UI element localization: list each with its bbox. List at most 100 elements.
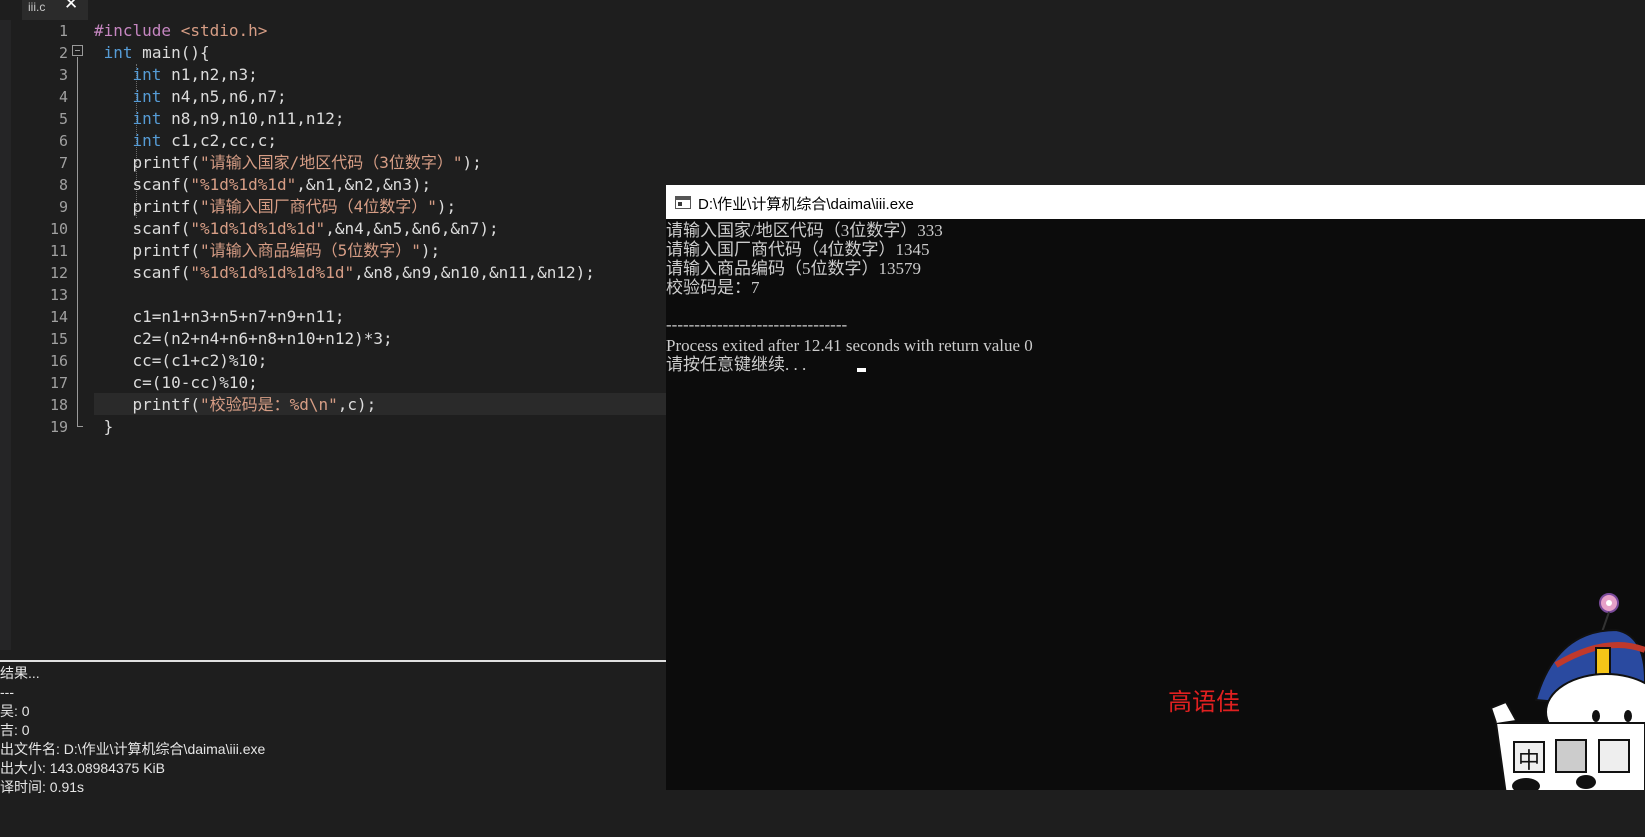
code-token: cc=(c1+c2)%10; xyxy=(132,351,268,370)
code-token: int xyxy=(132,109,162,128)
code-token: <stdio.h> xyxy=(180,21,268,40)
line-number: 13 xyxy=(49,286,68,304)
code-token: int xyxy=(132,87,162,106)
code-token: printf( xyxy=(132,395,200,414)
code-line[interactable]: #include <stdio.h> xyxy=(94,20,267,42)
line-number: 2 xyxy=(58,44,68,62)
line-number: 7 xyxy=(58,154,68,172)
code-line[interactable]: int c1,c2,cc,c; xyxy=(94,130,278,152)
code-line[interactable]: int main(){ xyxy=(94,42,210,64)
code-token: ,&n8,&n9,&n10,&n11,&n12); xyxy=(354,263,595,282)
compile-log-line: 吉: 0 xyxy=(0,722,30,738)
mascot-sticker-icon: 中 xyxy=(1489,593,1645,795)
console-app-icon xyxy=(675,196,691,209)
code-token: ); xyxy=(420,241,441,260)
code-token: "请输入商品编码（5位数字）" xyxy=(199,241,421,260)
code-token: "%1d%1d%1d" xyxy=(190,175,297,194)
code-line[interactable]: printf("请输入商品编码（5位数字）"); xyxy=(94,240,441,262)
code-token: printf( xyxy=(132,153,200,172)
code-token: printf( xyxy=(132,241,200,260)
console-titlebar[interactable]: D:\作业\计算机综合\daima\iii.exe xyxy=(666,185,1645,219)
code-token: ,&n4,&n5,&n6,&n7); xyxy=(325,219,499,238)
code-line[interactable]: scanf("%1d%1d%1d",&n1,&n2,&n3); xyxy=(94,174,432,196)
fold-toggle-icon[interactable] xyxy=(72,45,83,56)
console-title: D:\作业\计算机综合\daima\iii.exe xyxy=(698,196,914,213)
code-token: scanf( xyxy=(132,219,191,238)
code-token: "请输入国家/地区代码（3位数字）" xyxy=(199,153,463,172)
code-line[interactable]: } xyxy=(94,416,114,438)
code-line[interactable]: printf("请输入国家/地区代码（3位数字）"); xyxy=(94,152,482,174)
line-number: 6 xyxy=(58,132,68,150)
line-number: 17 xyxy=(49,374,68,392)
console-window[interactable]: D:\作业\计算机综合\daima\iii.exe 请输入国家/地区代码（3位数… xyxy=(666,185,1645,837)
line-number: 4 xyxy=(58,88,68,106)
console-separator-line: -------------------------------- xyxy=(666,315,848,334)
code-token: n4,n5,n6,n7; xyxy=(161,87,287,106)
line-number: 19 xyxy=(49,418,68,436)
line-number: 3 xyxy=(58,66,68,84)
code-line[interactable]: int n1,n2,n3; xyxy=(94,64,258,86)
text-cursor xyxy=(857,368,866,372)
line-number: 16 xyxy=(49,352,68,370)
code-editor[interactable]: 1 2 3 4 5 6 7 8 9 10 11 12 13 14 15 16 1… xyxy=(0,20,666,650)
code-line[interactable]: int n4,n5,n6,n7; xyxy=(94,86,287,108)
code-line[interactable]: scanf("%1d%1d%1d%1d",&n4,&n5,&n6,&n7); xyxy=(94,218,499,240)
code-token: int xyxy=(132,65,162,84)
code-token: scanf( xyxy=(132,263,191,282)
line-number: 14 xyxy=(49,308,68,326)
code-line[interactable]: scanf("%1d%1d%1d%1d%1d",&n8,&n9,&n10,&n1… xyxy=(94,262,595,284)
code-line[interactable]: c1=n1+n3+n5+n7+n9+n11; xyxy=(94,306,345,328)
code-token: n8,n9,n10,n11,n12; xyxy=(161,109,345,128)
line-number: 9 xyxy=(58,198,68,216)
line-number: 18 xyxy=(49,396,68,414)
compile-log-line: 吴: 0 xyxy=(0,703,30,719)
code-token: c=(10-cc)%10; xyxy=(132,373,258,392)
compile-log-line: --- xyxy=(0,684,14,700)
code-token: "%1d%1d%1d%1d" xyxy=(190,219,326,238)
code-line[interactable]: int n8,n9,n10,n11,n12; xyxy=(94,108,345,130)
screen-bottom-edge xyxy=(666,790,1645,837)
compile-log-line: 出文件名: D:\作业\计算机综合\daima\iii.exe xyxy=(0,741,266,757)
console-output-line: 请按任意键继续. . . xyxy=(666,355,807,374)
code-token: main(){ xyxy=(132,43,210,62)
watermark-text: 高语佳 xyxy=(1168,688,1240,716)
fold-line xyxy=(77,57,78,427)
close-tab-icon[interactable]: ✕ xyxy=(64,0,78,12)
code-line[interactable]: c2=(n2+n4+n6+n8+n10+n12)*3; xyxy=(94,328,393,350)
svg-text:中: 中 xyxy=(1518,749,1540,774)
tab-strip: iii.c ✕ xyxy=(0,0,1645,20)
panel-separator xyxy=(0,660,666,662)
compile-log-line: 结果... xyxy=(0,665,40,681)
code-token: } xyxy=(103,417,114,436)
line-number: 11 xyxy=(49,242,68,260)
code-token: "校验码是：%d\n" xyxy=(199,395,338,414)
code-line[interactable]: printf("请输入国厂商代码（4位数字）"); xyxy=(94,196,457,218)
file-tab[interactable]: iii.c ✕ xyxy=(22,0,88,20)
fold-end-mark xyxy=(77,426,83,427)
code-token: int xyxy=(103,43,133,62)
code-token: n1,n2,n3; xyxy=(161,65,258,84)
code-token: ); xyxy=(462,153,482,172)
code-token: printf( xyxy=(132,197,200,216)
code-token: c1,c2,cc,c; xyxy=(161,131,278,150)
compile-log-line: 出大小: 143.08984375 KiB xyxy=(0,760,165,776)
code-line[interactable]: printf("校验码是：%d\n",c); xyxy=(94,394,377,416)
code-line[interactable]: c=(10-cc)%10; xyxy=(94,372,258,394)
console-output-line: Process exited after 12.41 seconds with … xyxy=(666,336,1033,355)
compile-log-panel: 结果... --- 吴: 0 吉: 0 出文件名: D:\作业\计算机综合\da… xyxy=(0,650,666,837)
code-line[interactable]: cc=(c1+c2)%10; xyxy=(94,350,268,372)
code-token: #include xyxy=(94,21,181,40)
